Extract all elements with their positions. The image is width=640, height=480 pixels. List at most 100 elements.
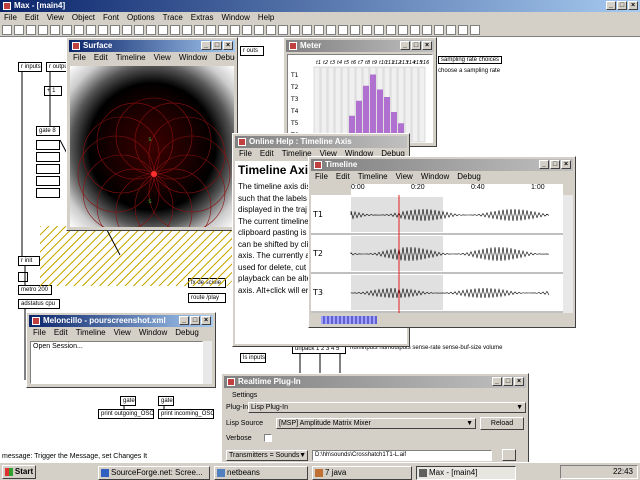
browser-icon bbox=[101, 469, 109, 477]
close-icon[interactable]: × bbox=[223, 41, 233, 50]
meloncillo-menu-item[interactable]: Edit bbox=[54, 327, 68, 339]
start-button[interactable]: Start bbox=[2, 465, 36, 479]
timeline-vscrollbar[interactable] bbox=[563, 195, 573, 313]
taskbar-item-sourceforge[interactable]: SourceForge.net: Scree... bbox=[98, 466, 210, 480]
meter-window: Meter _ □ × t1 t2 t3 t4 t5 t6 t7 t8 t9 t10 t11 t12 t13… bbox=[283, 37, 437, 147]
taskbar-item-netbeans[interactable]: netbeans bbox=[214, 466, 308, 480]
help-menu-item[interactable]: File bbox=[239, 148, 252, 160]
meter-column-label: t6 bbox=[351, 60, 356, 66]
surface-marker[interactable]: ᔆ bbox=[148, 199, 152, 209]
realtime-settings-label: Settings bbox=[232, 392, 258, 399]
meter-column bbox=[418, 66, 426, 143]
meter-row-label: T4 bbox=[290, 108, 299, 115]
surface-menu-item[interactable]: Window bbox=[179, 52, 207, 64]
maximize-icon[interactable]: □ bbox=[212, 41, 222, 50]
realtime-icon bbox=[227, 378, 235, 386]
maximize-icon[interactable]: □ bbox=[190, 316, 200, 325]
surface-menu-item[interactable]: Edit bbox=[94, 52, 108, 64]
help-icon bbox=[238, 138, 246, 146]
timeline-window: Timeline _ □ × File Edit Timeline View Window D… bbox=[308, 156, 576, 328]
plugin-label: Plug-In bbox=[226, 404, 249, 411]
chevron-down-icon: ▼ bbox=[516, 404, 523, 411]
maximize-icon[interactable]: □ bbox=[503, 377, 513, 386]
close-icon[interactable]: × bbox=[201, 316, 211, 325]
surface-menu-item[interactable]: Timeline bbox=[116, 52, 146, 64]
taskbar: Start SourceForge.net: Scree... netbeans… bbox=[0, 462, 640, 480]
timeline-selection[interactable] bbox=[351, 197, 443, 232]
close-icon[interactable]: × bbox=[422, 41, 432, 50]
meloncillo-menu-item[interactable]: Window bbox=[139, 327, 167, 339]
surface-menu-item[interactable]: Debug bbox=[215, 52, 235, 64]
transmitter-select[interactable]: Transmitters = Sounds ▼ bbox=[226, 450, 308, 461]
surface-marker[interactable]: ᔆ bbox=[148, 137, 152, 147]
ruler-label: 1:00 bbox=[531, 184, 545, 191]
minimize-icon[interactable]: _ bbox=[539, 160, 549, 169]
timeline-selection[interactable] bbox=[351, 236, 443, 271]
surface-trajectory bbox=[115, 173, 193, 227]
meloncillo-window: Meloncillo - pourscreenshot.xml _ □ × File… bbox=[26, 312, 216, 388]
help-menu-item[interactable]: Edit bbox=[260, 148, 274, 160]
timeline-icon bbox=[314, 161, 322, 169]
minimize-icon[interactable]: _ bbox=[492, 377, 502, 386]
minimize-icon[interactable]: _ bbox=[201, 41, 211, 50]
timeline-menu-item[interactable]: View bbox=[396, 171, 413, 183]
surface-trajectory bbox=[82, 154, 160, 227]
meter-column bbox=[404, 66, 412, 143]
timeline-menu-item[interactable]: Timeline bbox=[358, 171, 388, 183]
meter-row-label: T3 bbox=[290, 96, 299, 103]
close-icon[interactable]: × bbox=[561, 160, 571, 169]
timeline-tracks: T1 T2 T3 bbox=[311, 195, 563, 313]
meloncillo-menu-item[interactable]: Timeline bbox=[76, 327, 106, 339]
reload-button[interactable]: Reload bbox=[480, 417, 524, 430]
minimize-icon[interactable]: _ bbox=[179, 316, 189, 325]
sound-path-field[interactable]: D:\hh\sounds\Crosshatch1T1-L.aif bbox=[312, 450, 492, 461]
surface-center-point[interactable] bbox=[151, 171, 157, 177]
transmitter-value: Transmitters = Sounds bbox=[229, 452, 300, 459]
meter-row-label: T1 bbox=[290, 72, 299, 79]
taskbar-item-label: Max - [main4] bbox=[429, 468, 478, 477]
realtime-window: Realtime Plug-In _ □ × Settings Plug-In Li… bbox=[221, 373, 529, 465]
plugin-select[interactable]: Lisp Plug-In ▼ bbox=[248, 402, 526, 413]
surface-menu-item[interactable]: View bbox=[154, 52, 171, 64]
timeline-menubar: File Edit Timeline View Window Debug bbox=[311, 171, 573, 183]
verbose-checkbox[interactable] bbox=[264, 434, 272, 442]
meloncillo-menubar: File Edit Timeline View Window Debug bbox=[29, 327, 213, 339]
timeline-scroll-thumb[interactable] bbox=[321, 316, 377, 324]
minimize-icon[interactable]: _ bbox=[400, 41, 410, 50]
meter-column bbox=[313, 66, 321, 143]
verbose-label: Verbose bbox=[226, 435, 252, 442]
timeline-menu-item[interactable]: Edit bbox=[336, 171, 350, 183]
folder-icon[interactable] bbox=[502, 449, 516, 461]
surface-canvas[interactable]: ᔆ ᔆ bbox=[70, 66, 234, 227]
close-icon[interactable]: × bbox=[514, 377, 524, 386]
timeline-menu-item[interactable]: Debug bbox=[457, 171, 481, 183]
clock: 22:43 bbox=[612, 467, 633, 476]
surface-menu-item[interactable]: File bbox=[73, 52, 86, 64]
taskbar-item-label: netbeans bbox=[227, 468, 260, 477]
meter-column-label: t8 bbox=[365, 60, 370, 66]
timeline-selection[interactable] bbox=[351, 275, 443, 310]
track-label: T1 bbox=[312, 210, 323, 219]
meloncillo-log: Open Session... bbox=[30, 341, 203, 384]
meter-column bbox=[341, 66, 349, 143]
taskbar-item-label: 7 java bbox=[325, 468, 347, 477]
meter-column bbox=[411, 66, 419, 143]
surface-pattern: ᔆ ᔆ bbox=[77, 97, 231, 227]
help-title: Online Help : Timeline Axis bbox=[249, 137, 352, 146]
meloncillo-menu-item[interactable]: Debug bbox=[175, 327, 199, 339]
timeline-menu-item[interactable]: Window bbox=[421, 171, 449, 183]
taskbar-item-max[interactable]: Max - [main4] bbox=[416, 466, 516, 480]
maximize-icon[interactable]: □ bbox=[411, 41, 421, 50]
maximize-icon[interactable]: □ bbox=[550, 160, 560, 169]
track-label: T2 bbox=[312, 249, 323, 258]
taskbar-item-java[interactable]: 7 java bbox=[312, 466, 412, 480]
meter-title-bar: Meter _ □ × bbox=[286, 40, 434, 52]
timeline-menu-item[interactable]: File bbox=[315, 171, 328, 183]
ruler-label: 0:00 bbox=[351, 184, 365, 191]
lisp-source-select[interactable]: [MSP] Amplitude Matrix Mixer ▼ bbox=[276, 418, 476, 429]
meloncillo-menu-item[interactable]: View bbox=[114, 327, 131, 339]
meloncillo-scrollbar[interactable] bbox=[203, 341, 212, 384]
timeline-hscrollbar[interactable] bbox=[311, 315, 563, 325]
meter-grid: t1 t2 t3 t4 t5 t6 t7 t8 t9 t10 t11 t12 t13 t14 t15 t16 T… bbox=[287, 54, 433, 143]
meloncillo-menu-item[interactable]: File bbox=[33, 327, 46, 339]
